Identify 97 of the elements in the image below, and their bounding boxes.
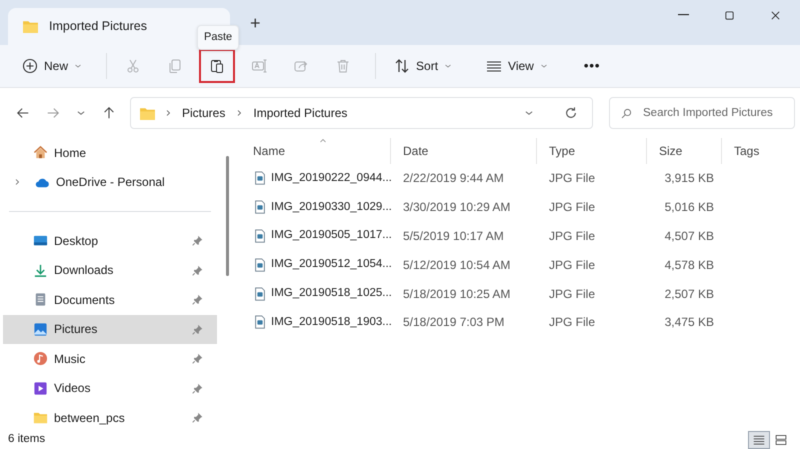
file-name[interactable]: IMG_20190512_1054... xyxy=(271,256,392,274)
caret-icon xyxy=(444,62,452,70)
sidebar-item[interactable]: Music xyxy=(3,344,217,374)
date-cell-text: 5/18/2019 7:03 PM xyxy=(402,314,506,332)
minimize-icon xyxy=(678,14,688,16)
sort-button[interactable]: Sort xyxy=(384,49,462,83)
size-cell-text: 5,016 KB xyxy=(664,199,715,216)
date-cell-text: 5/5/2019 10:17 AM xyxy=(402,228,505,245)
copy-icon xyxy=(167,58,184,74)
back-arrow-icon xyxy=(16,106,30,120)
sidebar-item[interactable]: Pictures xyxy=(3,314,217,344)
file-name[interactable]: IMG_20190505_1017... xyxy=(271,227,392,245)
size-cell-text: 4,507 KB xyxy=(664,228,715,245)
sidebar-item[interactable]: Desktop xyxy=(3,226,217,256)
home-icon xyxy=(33,145,48,160)
column-header[interactable]: Name xyxy=(241,138,391,164)
more-button[interactable]: ••• xyxy=(574,49,610,83)
column-header[interactable]: Type xyxy=(537,138,647,164)
image-file-icon xyxy=(253,286,267,301)
image-file-icon xyxy=(253,258,267,272)
pin-icon xyxy=(192,353,203,364)
file-name[interactable]: IMG_20190222_0944... xyxy=(271,170,392,188)
tiles-icon xyxy=(775,434,787,446)
tab-title: Imported Pictures xyxy=(49,18,147,36)
pin-icon xyxy=(192,324,203,335)
plus-icon xyxy=(22,58,38,74)
file-name[interactable]: IMG_20190330_1029... xyxy=(271,198,392,216)
refresh-icon xyxy=(564,106,578,120)
column-header[interactable]: Tags xyxy=(722,138,792,164)
image-file-icon xyxy=(253,200,267,214)
size-cell-text: 4,578 KB xyxy=(664,256,715,274)
size-cell-text: 2,507 KB xyxy=(664,286,715,303)
paste-icon xyxy=(209,58,226,74)
sidebar-item[interactable]: Downloads xyxy=(3,256,217,285)
pin-icon xyxy=(192,294,203,306)
new-button[interactable]: New xyxy=(12,49,92,83)
type-cell-text: JPG File xyxy=(548,228,596,245)
size-cell-text: 3,915 KB xyxy=(664,170,715,188)
pin-icon xyxy=(192,412,203,424)
address-bar[interactable]: Pictures Imported Pictures xyxy=(130,97,593,129)
folder-icon xyxy=(22,18,39,35)
file-name[interactable]: IMG_20190518_1025... xyxy=(271,284,392,302)
trash-icon xyxy=(335,58,352,74)
maximize-icon xyxy=(722,8,736,22)
sidebar-item[interactable]: OneDrive - Personal xyxy=(3,168,217,197)
type-cell-text: JPG File xyxy=(548,170,596,188)
date-cell-text: 2/22/2019 9:44 AM xyxy=(402,170,505,188)
pin-icon xyxy=(192,235,203,246)
image-file-icon xyxy=(253,228,267,243)
picture-icon xyxy=(33,322,48,337)
chevron-icon xyxy=(164,109,172,117)
column-header[interactable]: Date xyxy=(391,138,537,164)
video-icon xyxy=(33,380,48,396)
type-cell-text: JPG File xyxy=(548,256,596,274)
chevron-icon xyxy=(13,178,21,186)
new-tab-button[interactable]: + xyxy=(244,10,267,37)
file-name[interactable]: IMG_20190518_1903... xyxy=(271,314,392,331)
image-file-icon xyxy=(253,315,267,330)
chevron-icon xyxy=(235,109,244,117)
pin-icon xyxy=(192,382,203,394)
document-icon xyxy=(33,292,48,308)
scissors-icon xyxy=(125,58,142,74)
pin-icon xyxy=(192,264,203,276)
search-icon xyxy=(621,108,632,119)
date-cell-text: 5/18/2019 10:25 AM xyxy=(402,286,512,303)
rename-icon xyxy=(251,58,268,74)
image-file-icon xyxy=(253,171,267,186)
details-view-button[interactable] xyxy=(748,430,770,448)
caret-icon xyxy=(540,62,548,70)
music-icon xyxy=(33,351,48,366)
scrollbar-thumb[interactable] xyxy=(226,156,229,276)
sidebar-item[interactable]: Videos xyxy=(3,374,217,403)
up-arrow-icon xyxy=(102,106,116,120)
size-cell-text: 3,475 KB xyxy=(664,314,715,332)
download-icon xyxy=(33,262,48,278)
forward-arrow-icon xyxy=(46,106,60,120)
date-cell-text: 3/30/2019 10:29 AM xyxy=(402,199,512,216)
share-icon xyxy=(293,58,310,74)
sidebar-item[interactable]: Documents xyxy=(3,285,217,314)
item-count: 6 items xyxy=(8,432,46,447)
sidebar-item[interactable]: between_pcs xyxy=(3,403,217,430)
breadcrumb[interactable]: Pictures xyxy=(180,104,228,122)
sort-icon xyxy=(394,58,410,74)
tooltip: Paste xyxy=(197,25,240,50)
close-icon xyxy=(768,8,782,22)
type-cell-text: JPG File xyxy=(548,199,596,216)
caret-icon xyxy=(74,62,82,70)
search-field[interactable]: Search Imported Pictures xyxy=(609,97,795,129)
sidebar-item[interactable]: Home xyxy=(3,138,217,168)
list-icon xyxy=(753,434,765,446)
breadcrumb[interactable]: Imported Pictures xyxy=(251,104,350,122)
type-cell-text: JPG File xyxy=(548,286,596,303)
column-header[interactable]: Size xyxy=(647,138,722,164)
date-cell-text: 5/12/2019 10:54 AM xyxy=(402,256,512,274)
type-cell-text: JPG File xyxy=(548,314,596,332)
folder-icon xyxy=(33,410,48,426)
view-button[interactable]: View xyxy=(476,49,558,83)
